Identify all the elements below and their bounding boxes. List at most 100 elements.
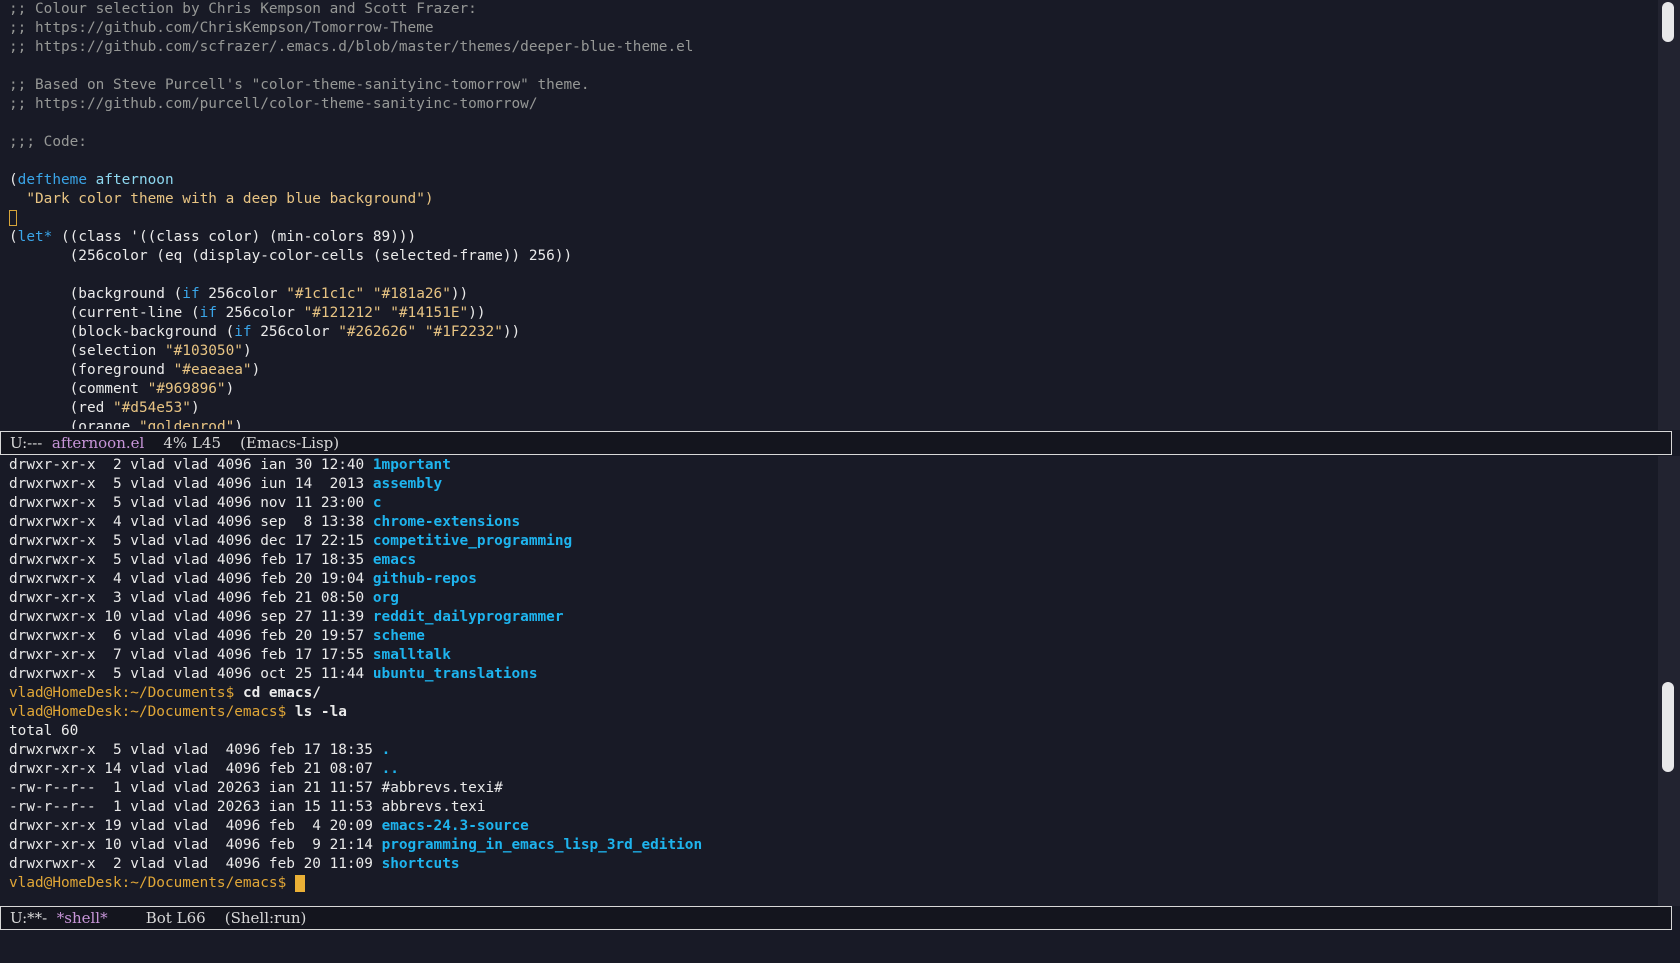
directory-name: github-repos <box>372 571 477 587</box>
file-entry: -rw-r--r-- 1 vlad vlad 20263 ian 15 11:5… <box>9 799 486 815</box>
shell-line[interactable]: drwxrwxr-x 2 vlad vlad 4096 feb 20 11:09… <box>0 855 1656 874</box>
shell-scrollbar[interactable] <box>1658 456 1680 906</box>
shell-scroll-thumb[interactable] <box>1662 682 1674 772</box>
shell-buffer[interactable]: drwxr-xr-x 2 vlad vlad 4096 ian 30 12:40… <box>0 456 1656 893</box>
shell-line[interactable]: drwxrwxr-x 5 vlad vlad 4096 iun 14 2013 … <box>0 475 1656 494</box>
shell-line[interactable]: drwxr-xr-x 10 vlad vlad 4096 feb 9 21:14… <box>0 836 1656 855</box>
shell-line[interactable]: drwxrwxr-x 10 vlad vlad 4096 sep 27 11:3… <box>0 608 1656 627</box>
code-line[interactable]: ;; Colour selection by Chris Kempson and… <box>0 0 1656 19</box>
code-line[interactable]: (current-line (if 256color "#121212" "#1… <box>0 304 1656 323</box>
code-keyword: deftheme <box>17 172 87 188</box>
directory-name: 1mportant <box>372 457 451 473</box>
file-metadata: drwxrwxr-x 5 vlad vlad 4096 dec 17 22:15 <box>9 533 373 549</box>
code-line[interactable]: ;; https://github.com/ChrisKempson/Tomor… <box>0 19 1656 38</box>
directory-name: c <box>372 495 382 511</box>
code-text: ((class '((class color) (min-colors 89))… <box>52 229 417 245</box>
shell-line[interactable]: -rw-r--r-- 1 vlad vlad 20263 ian 21 11:5… <box>0 779 1656 798</box>
shell-line[interactable]: drwxr-xr-x 14 vlad vlad 4096 feb 21 08:0… <box>0 760 1656 779</box>
shell-line[interactable]: drwxr-xr-x 2 vlad vlad 4096 ian 30 12:40… <box>0 456 1656 475</box>
code-line[interactable]: ;; https://github.com/purcell/color-them… <box>0 95 1656 114</box>
shell-line[interactable]: -rw-r--r-- 1 vlad vlad 20263 ian 15 11:5… <box>0 798 1656 817</box>
shell-line[interactable]: drwxrwxr-x 4 vlad vlad 4096 feb 20 19:04… <box>0 570 1656 589</box>
directory-name: smalltalk <box>372 647 451 663</box>
directory-name: assembly <box>372 476 443 492</box>
code-line[interactable]: (block-background (if 256color "#262626"… <box>0 323 1656 342</box>
shell-line[interactable]: drwxr-xr-x 19 vlad vlad 4096 feb 4 20:09… <box>0 817 1656 836</box>
code-line[interactable]: (selection "#103050") <box>0 342 1656 361</box>
code-comment: ;; https://github.com/scfrazer/.emacs.d/… <box>9 39 694 55</box>
directory-name: emacs <box>372 552 417 568</box>
editor-buffer[interactable]: ;; Colour selection by Chris Kempson and… <box>0 0 1656 429</box>
modeline-buffer-name: *shell* <box>56 909 108 927</box>
code-line[interactable]: (red "#d54e53") <box>0 399 1656 418</box>
directory-name: reddit_dailyprogrammer <box>372 609 564 625</box>
text-cursor <box>9 210 17 226</box>
file-metadata: drwxrwxr-x 5 vlad vlad 4096 iun 14 2013 <box>9 476 373 492</box>
code-text: (background ( <box>9 286 183 302</box>
shell-line[interactable]: drwxrwxr-x 6 vlad vlad 4096 feb 20 19:57… <box>0 627 1656 646</box>
code-line[interactable]: (foreground "#eaeaea") <box>0 361 1656 380</box>
code-line[interactable]: ;; Based on Steve Purcell's "color-theme… <box>0 76 1656 95</box>
directory-name: programming_in_emacs_lisp_3rd_edition <box>381 837 703 853</box>
code-line[interactable]: (let* ((class '((class color) (min-color… <box>0 228 1656 247</box>
shell-command: cd emacs/ <box>242 685 321 701</box>
code-text: ) <box>225 381 235 397</box>
code-text: 256color <box>251 324 339 340</box>
code-text: ) <box>190 400 200 416</box>
shell-line[interactable]: drwxrwxr-x 5 vlad vlad 4096 oct 25 11:44… <box>0 665 1656 684</box>
shell-line[interactable]: drwxr-xr-x 7 vlad vlad 4096 feb 17 17:55… <box>0 646 1656 665</box>
editor-scrollbar[interactable] <box>1658 0 1680 430</box>
shell-line[interactable]: vlad@HomeDesk:~/Documents$ cd emacs/ <box>0 684 1656 703</box>
code-line[interactable]: (background (if 256color "#1c1c1c" "#181… <box>0 285 1656 304</box>
editor-scroll-thumb[interactable] <box>1662 2 1674 42</box>
shell-line[interactable]: total 60 <box>0 722 1656 741</box>
minibuffer[interactable] <box>0 930 1680 963</box>
code-line[interactable]: ;;; Code: <box>0 133 1656 152</box>
shell-line[interactable]: drwxrwxr-x 4 vlad vlad 4096 sep 8 13:38 … <box>0 513 1656 532</box>
directory-name: shortcuts <box>381 856 460 872</box>
code-line[interactable]: (256color (eq (display-color-cells (sele… <box>0 247 1656 266</box>
editor-modeline: U:--- afternoon.el 4% L45 (Emacs-Lisp) <box>0 431 1672 455</box>
shell-line[interactable]: drwxrwxr-x 5 vlad vlad 4096 nov 11 23:00… <box>0 494 1656 513</box>
code-line[interactable] <box>0 57 1656 76</box>
code-text: ) <box>234 419 243 429</box>
code-line[interactable]: (deftheme afternoon <box>0 171 1656 190</box>
code-line[interactable]: (comment "#969896") <box>0 380 1656 399</box>
shell-line[interactable]: drwxrwxr-x 5 vlad vlad 4096 feb 17 18:35… <box>0 551 1656 570</box>
shell-pane[interactable]: drwxr-xr-x 2 vlad vlad 4096 ian 30 12:40… <box>0 456 1656 905</box>
code-string: "#969896" <box>147 381 226 397</box>
code-text: (selection <box>9 343 165 359</box>
modeline-status: U:--- <box>10 434 52 452</box>
code-string: "goldenrod" <box>138 419 235 429</box>
code-line[interactable]: ;; https://github.com/scfrazer/.emacs.d/… <box>0 38 1656 57</box>
shell-prompt: vlad@HomeDesk:~/Documents/emacs$ <box>9 875 295 891</box>
editor-pane[interactable]: ;; Colour selection by Chris Kempson and… <box>0 0 1656 429</box>
code-text: (comment <box>9 381 148 397</box>
shell-line[interactable]: drwxr-xr-x 3 vlad vlad 4096 feb 21 08:50… <box>0 589 1656 608</box>
code-line[interactable] <box>0 114 1656 133</box>
shell-line[interactable]: drwxrwxr-x 5 vlad vlad 4096 feb 17 18:35… <box>0 741 1656 760</box>
code-string: "#262626" <box>338 324 417 340</box>
file-metadata: drwxrwxr-x 5 vlad vlad 4096 feb 17 18:35 <box>9 742 382 758</box>
modeline-position: Bot L66 <box>107 909 225 927</box>
code-text: (foreground <box>9 362 174 378</box>
directory-name: org <box>372 590 399 606</box>
file-metadata: drwxrwxr-x 5 vlad vlad 4096 feb 17 18:35 <box>9 552 373 568</box>
code-line[interactable] <box>0 266 1656 285</box>
shell-line[interactable]: vlad@HomeDesk:~/Documents/emacs$ <box>0 874 1656 893</box>
file-entry: -rw-r--r-- 1 vlad vlad 20263 ian 21 11:5… <box>9 780 503 796</box>
code-keyword: let* <box>17 229 53 245</box>
code-keyword: if <box>182 286 200 302</box>
shell-line[interactable]: drwxrwxr-x 5 vlad vlad 4096 dec 17 22:15… <box>0 532 1656 551</box>
code-line[interactable] <box>0 209 1656 228</box>
code-text: (red <box>9 400 113 416</box>
code-text: (256color (eq (display-color-cells (sele… <box>9 248 573 264</box>
code-line[interactable]: (orange "goldenrod") <box>0 418 1656 429</box>
code-line[interactable] <box>0 152 1656 171</box>
code-string: "#121212" <box>303 305 382 321</box>
shell-line[interactable]: vlad@HomeDesk:~/Documents/emacs$ ls -la <box>0 703 1656 722</box>
code-text: (block-background ( <box>9 324 235 340</box>
code-text: ) <box>251 362 261 378</box>
code-text: )) <box>450 286 469 302</box>
code-line[interactable]: "Dark color theme with a deep blue backg… <box>0 190 1656 209</box>
